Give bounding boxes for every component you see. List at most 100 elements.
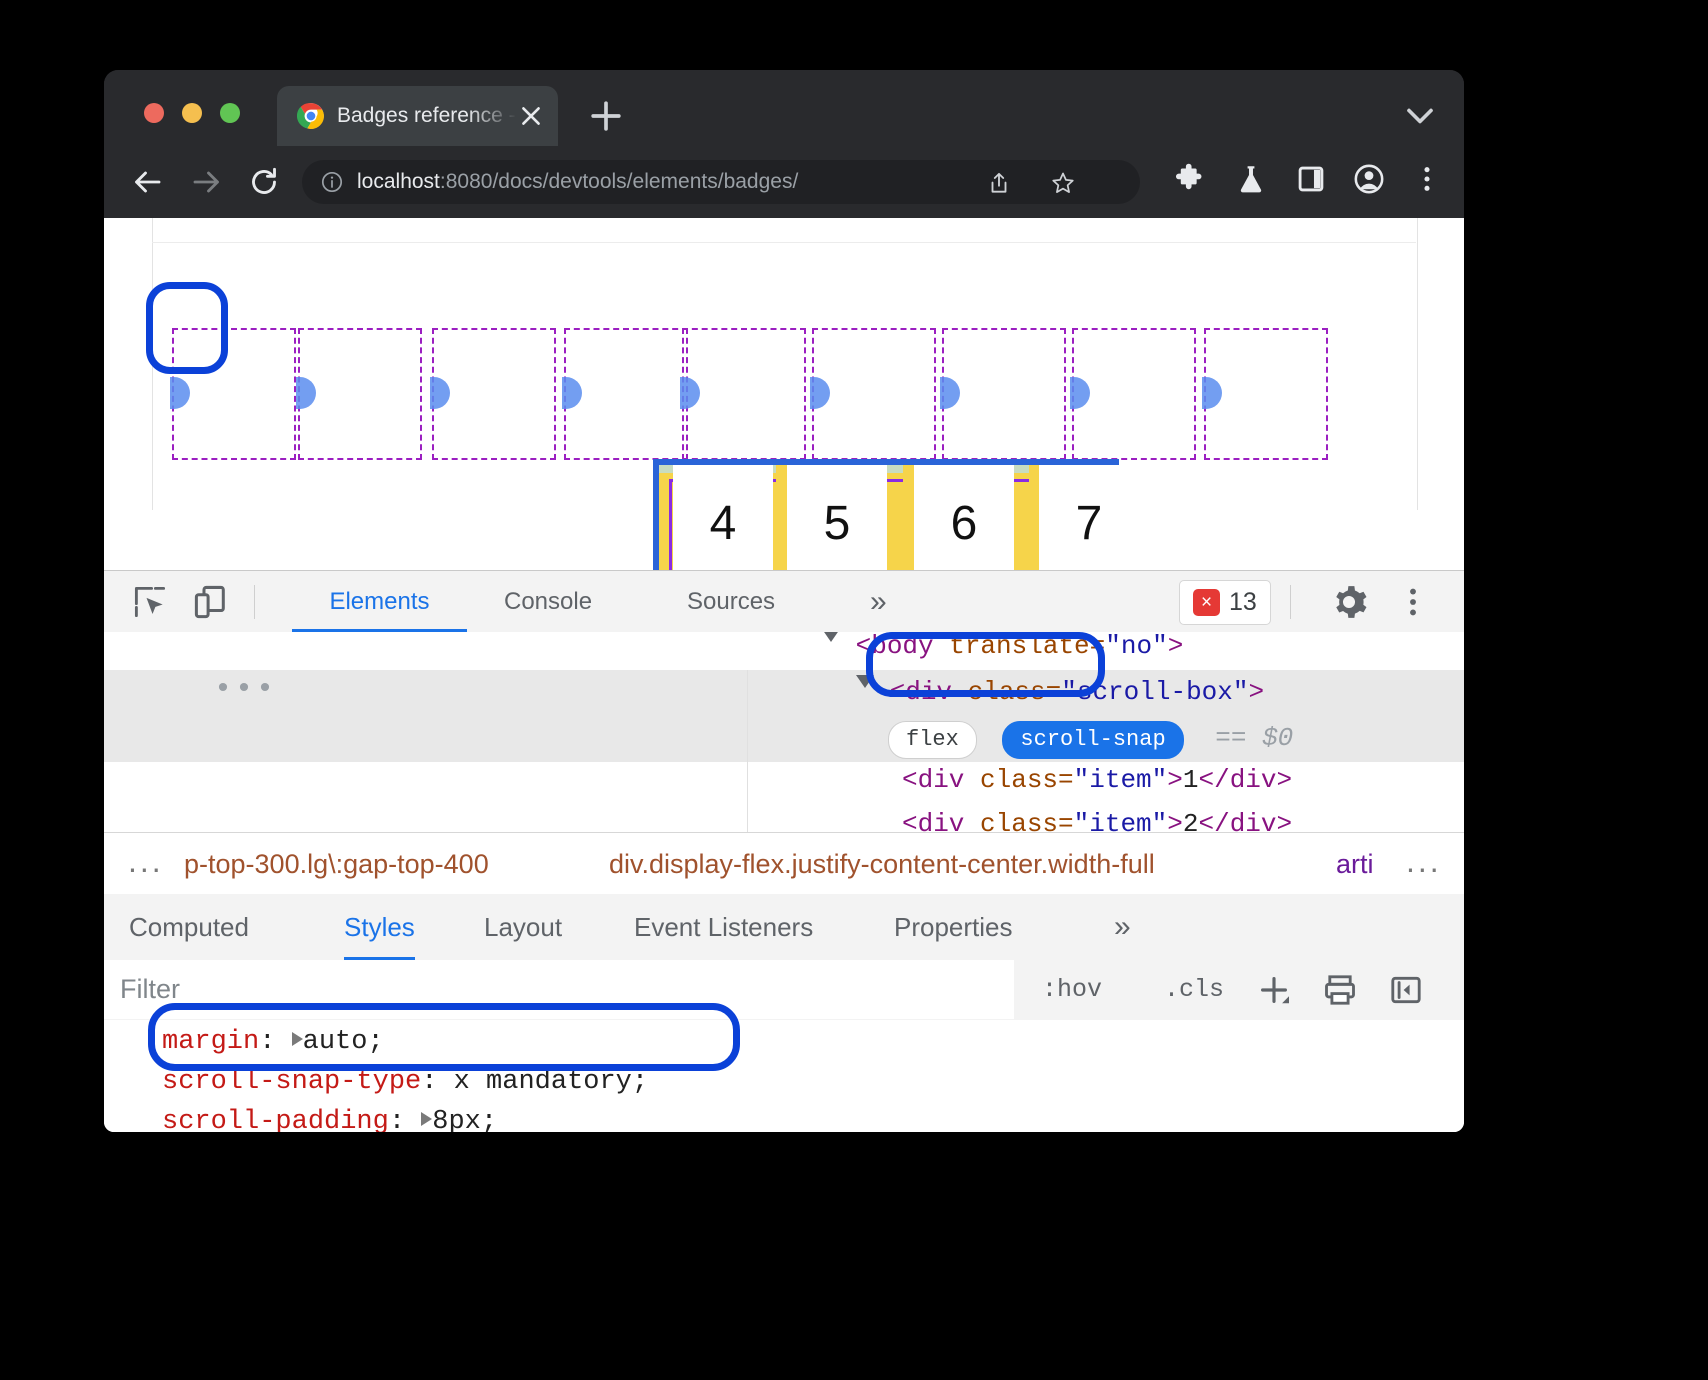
print-stylesheet-icon[interactable] [1322,972,1358,1008]
snap-item-outline [432,328,556,460]
css-declaration-scroll-padding[interactable]: scroll-padding: 8px; [162,1102,497,1132]
kebab-menu-icon[interactable] [1394,583,1432,621]
css-property[interactable]: margin [162,1027,259,1057]
minimize-window-button[interactable] [182,103,202,123]
dom-tag: <div [902,809,980,832]
expand-arrow-icon[interactable] [421,1112,432,1126]
experiments-flask-icon[interactable] [1234,162,1268,196]
address-bar-url: localhost:8080/docs/devtools/elements/ba… [357,160,798,204]
scroll-snap-badge[interactable]: scroll-snap [1002,721,1183,759]
css-value[interactable]: auto [303,1027,368,1057]
css-property[interactable]: scroll-padding [162,1107,389,1132]
css-declarations[interactable]: margin: auto; scroll-snap-type: x mandat… [104,1020,1464,1132]
navigation-bar: localhost:8080/docs/devtools/elements/ba… [104,146,1464,218]
close-window-button[interactable] [144,103,164,123]
snap-item-outline [1204,328,1328,460]
tab-elements[interactable]: Elements [292,571,467,632]
profile-avatar-icon[interactable] [1352,162,1386,196]
dom-row-body[interactable]: <body translate="no"> [104,632,1464,668]
breadcrumb-item-0[interactable]: p-top-300.lg\:gap-top-400 [184,833,489,895]
css-value[interactable]: 8px [432,1107,481,1132]
forward-icon[interactable] [189,164,225,200]
star-icon[interactable] [1050,170,1076,196]
window-traffic-lights[interactable] [144,103,240,123]
cls-button[interactable]: .cls [1164,960,1224,1020]
breadcrumb-item-2[interactable]: arti [1336,833,1374,895]
expand-arrow-icon[interactable] [292,1032,303,1046]
info-circle-icon[interactable] [320,170,344,194]
breadcrumb[interactable]: ... p-top-300.lg\:gap-top-400 div.displa… [104,832,1464,896]
page-viewport: 4 5 6 7 Scroll > Resources 1× 0.5× 0.25×… [104,218,1464,570]
tab-event-listeners[interactable]: Event Listeners [634,894,813,960]
error-count-badge[interactable]: × 13 [1179,580,1271,625]
more-sidebar-tabs-button[interactable]: » [1114,894,1131,960]
breadcrumb-right-ellipsis[interactable]: ... [1406,833,1442,895]
dom-attr: class= [968,677,1062,707]
filter-placeholder: Filter [120,960,180,1019]
back-icon[interactable] [129,164,165,200]
tab-computed[interactable]: Computed [129,894,249,960]
dom-text: 2 [1183,809,1199,832]
tab-styles[interactable]: Styles [344,894,415,960]
tab-console[interactable]: Console [504,571,592,632]
close-icon[interactable] [1459,582,1464,622]
dom-tag: <div [890,677,968,707]
tab-layout[interactable]: Layout [484,894,562,960]
side-panel-icon[interactable] [1294,162,1328,196]
snap-item-outline [564,328,688,460]
new-tab-button[interactable] [584,94,628,138]
styles-pane-tabs: Computed Styles Layout Event Listeners P… [104,894,1464,961]
dom-tag: <div [902,765,980,795]
dom-row-scroll-box[interactable]: ••• <div class="scroll-box"> flex scroll… [104,670,1464,762]
snap-item-outline [1072,328,1196,460]
dom-row-item-2[interactable]: <div class="item">2</div> [104,802,1464,832]
breadcrumb-item-1[interactable]: div.display-flex.justify-content-center.… [609,833,1155,895]
device-toolbar-icon[interactable] [191,583,229,621]
plus-icon[interactable] [1256,972,1292,1008]
extensions-puzzle-icon[interactable] [1172,162,1206,196]
dom-tag-close: > [1168,632,1184,661]
snap-item-outline [812,328,936,460]
filter-input[interactable]: Filter [104,960,1014,1019]
toggle-sidebar-icon[interactable] [1388,972,1424,1008]
css-declaration-margin[interactable]: margin: auto; [162,1022,384,1062]
row-actions-ellipsis[interactable]: ••• [214,670,277,714]
expand-triangle-icon[interactable] [856,675,874,696]
dom-tag: <body [856,632,934,661]
reload-icon[interactable] [246,164,282,200]
gear-icon[interactable] [1330,583,1368,621]
dom-tag-close: > [1167,809,1183,832]
breadcrumb-left-ellipsis[interactable]: ... [128,833,164,895]
browser-tab[interactable]: Badges reference - Chrome De [277,86,558,146]
error-icon: × [1193,589,1220,616]
hov-button[interactable]: :hov [1042,960,1102,1020]
dom-tree[interactable]: <body translate="no"> ••• <div class="sc… [104,632,1464,832]
maximize-window-button[interactable] [220,103,240,123]
address-bar[interactable]: localhost:8080/docs/devtools/elements/ba… [302,160,1140,204]
more-tabs-button[interactable]: » [870,571,887,632]
tree-gutter [104,670,748,762]
css-value[interactable]: x mandatory [454,1067,632,1097]
tab-sources[interactable]: Sources [687,571,775,632]
flex-badge[interactable]: flex [888,721,977,759]
dom-closing-tag: </div> [1198,765,1292,795]
css-declaration-scroll-snap-type[interactable]: scroll-snap-type: x mandatory; [162,1062,648,1102]
close-tab-icon[interactable] [518,103,544,129]
share-icon[interactable] [986,170,1012,196]
dom-row-item-1[interactable]: <div class="item">1</div> [104,758,1464,802]
dom-attr-value: "scroll-box" [1061,677,1248,707]
expand-triangle-icon[interactable] [822,632,840,650]
tab-properties[interactable]: Properties [894,894,1013,960]
snap-item-number: 4 [673,465,773,585]
toolbar-divider [1290,585,1291,619]
screenshot-stage: Badges reference - Chrome De [0,0,1708,1380]
chevron-down-icon[interactable] [1398,94,1442,138]
css-property[interactable]: scroll-snap-type [162,1067,421,1097]
snap-item-number: 5 [787,465,887,585]
inspect-cursor-icon[interactable] [131,583,169,621]
styles-filter-bar: Filter :hov .cls [104,960,1464,1021]
dom-attr: class= [980,809,1074,832]
kebab-menu-icon[interactable] [1410,162,1444,196]
chrome-logo-icon [297,102,325,130]
dom-attr-value: "item" [1074,809,1168,832]
